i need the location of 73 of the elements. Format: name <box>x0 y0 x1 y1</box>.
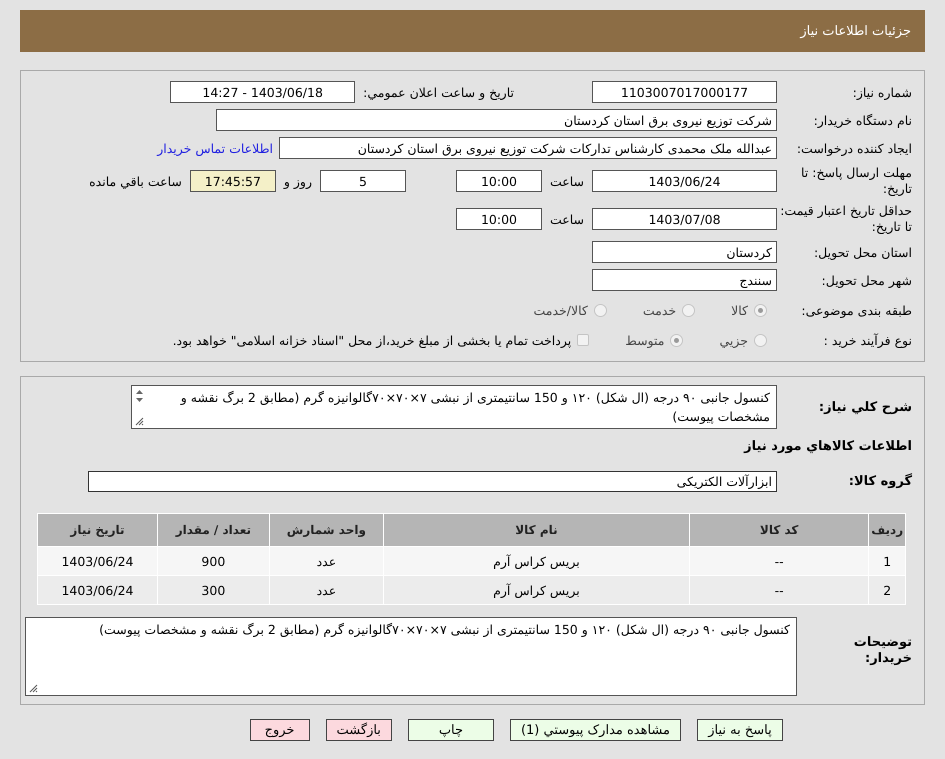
field-label: تاریخ و ساعت اعلان عمومي: <box>362 84 515 100</box>
radio-label: جزيي <box>719 332 748 348</box>
table-cell: 900 <box>157 546 270 576</box>
checkbox-label: پرداخت تمام یا بخشی از مبلغ خرید،از محل "اسناد خزانه اسلامی" خواهد بود. <box>172 332 572 348</box>
field-label: طبقه بندی موضوعی: <box>800 302 913 318</box>
field-label: ساعت باقي مانده <box>88 174 183 188</box>
column-header: نام کالا <box>383 514 690 546</box>
radio-button[interactable] <box>754 334 767 346</box>
column-header: تعداد / مقدار <box>157 514 270 546</box>
radio-button[interactable] <box>754 304 767 316</box>
radio-label: کالا <box>731 302 748 318</box>
table-cell: 300 <box>157 576 270 604</box>
goods-group-field: ابزارآلات الکتریکی <box>88 470 777 492</box>
table-cell: 1403/06/24 <box>38 576 158 604</box>
table-cell: -- <box>689 546 869 576</box>
radio-button[interactable] <box>594 304 607 316</box>
remaining-time-field: 17:45:57 <box>190 170 276 192</box>
resize-grip-icon[interactable] <box>28 683 38 693</box>
field-label: ساعت <box>548 212 585 226</box>
action-button[interactable]: بازگشت <box>326 719 392 741</box>
radio-label: متوسط <box>625 332 664 348</box>
field-label: حداقل تاریخ اعتبار قیمت: تا تاریخ: <box>779 203 913 235</box>
table-cell: -- <box>689 576 869 604</box>
column-header: ردیف <box>868 514 906 546</box>
table-cell: 1403/06/24 <box>38 546 158 576</box>
requester-field: عبدالله ملک محمدی کارشناس تدارکات شرکت توزیع نیروی برق استان کردستان <box>279 137 777 159</box>
field-label: مهلت ارسال پاسخ: تا تاریخ: <box>800 165 913 197</box>
buyer-notes-field: کنسول جانبی ۹۰ درجه (ال شکل) ۱۲۰ و 150 سانتیمتری از نبشی ۷×۷۰×۷۰گالوانیزه گرم (مطابق 2 برگ نقشه و مشخصات پیوست) <box>25 617 797 696</box>
table-cell: 2 <box>868 576 906 604</box>
table-cell: عدد <box>269 546 384 576</box>
radio-label: خدمت <box>642 302 676 318</box>
buyer-name-field: شرکت توزیع نیروی برق استان کردستان <box>216 109 777 131</box>
need-number-field: 1103007017000177 <box>592 81 777 103</box>
column-header: واحد شمارش <box>269 514 384 546</box>
table-cell: بریس کراس آرم <box>383 546 690 576</box>
field-label: شرح کلي نياز: <box>818 400 913 414</box>
field-label: ایجاد کننده درخواست: <box>796 140 913 156</box>
action-button[interactable]: چاپ <box>408 719 494 741</box>
province-field: کردستان <box>592 241 777 263</box>
action-button[interactable]: مشاهده مدارک پیوستي (1) <box>510 719 681 741</box>
field-label: گروه کالا: <box>848 474 913 488</box>
field-label: ساعت <box>548 174 585 188</box>
announce-date-field: 1403/06/18 - 14:27 <box>170 81 356 103</box>
deadline-date-field: 1403/06/24 <box>592 170 777 192</box>
column-header: کد کالا <box>689 514 869 546</box>
field-label: شهر محل تحویل: <box>820 272 913 288</box>
field-label: نام دستگاه خریدار: <box>812 112 913 128</box>
city-field: سنندج <box>592 269 777 291</box>
description-field: کنسول جانبی ۹۰ درجه (ال شکل) ۱۲۰ و 150 سانتیمتری از نبشی ۷×۷۰×۷۰گالوانیزه گرم (مطابق 2 برگ نقشه و مشخصات پیوست) <box>131 385 777 429</box>
radio-button[interactable] <box>670 334 684 346</box>
deadline-time-field: 10:00 <box>456 170 542 192</box>
field-label: توضیحات خریدار: <box>852 634 913 667</box>
resize-grip-icon[interactable] <box>134 416 144 426</box>
field-label: استان محل تحویل: <box>812 244 913 260</box>
field-label: روز و <box>282 174 313 188</box>
table-cell: 1 <box>868 546 906 576</box>
radio-label: کالا/خدمت <box>533 302 588 318</box>
scroll-arrows-icon[interactable] <box>135 389 144 403</box>
action-button[interactable]: خروج <box>250 719 310 741</box>
days-field: 5 <box>320 170 406 192</box>
column-header: تاریخ نیاز <box>38 514 158 546</box>
validity-time-field: 10:00 <box>456 208 542 230</box>
validity-date-field: 1403/07/08 <box>592 208 777 230</box>
table-cell: عدد <box>269 576 384 604</box>
page-title: جزئیات اطلاعات نیاز <box>800 24 911 38</box>
section-heading: اطلاعات کالاهاي مورد نياز <box>744 438 913 454</box>
checkbox[interactable] <box>577 334 590 346</box>
field-label: شماره نیاز: <box>852 84 913 100</box>
radio-button[interactable] <box>682 304 696 316</box>
action-button[interactable]: پاسخ به نياز <box>697 719 783 741</box>
field-label: نوع فرآیند خرید : <box>822 332 913 348</box>
buyer-contact-link[interactable]: اطلاعات تماس خریدار <box>151 140 279 156</box>
table-cell: بریس کراس آرم <box>383 576 690 604</box>
